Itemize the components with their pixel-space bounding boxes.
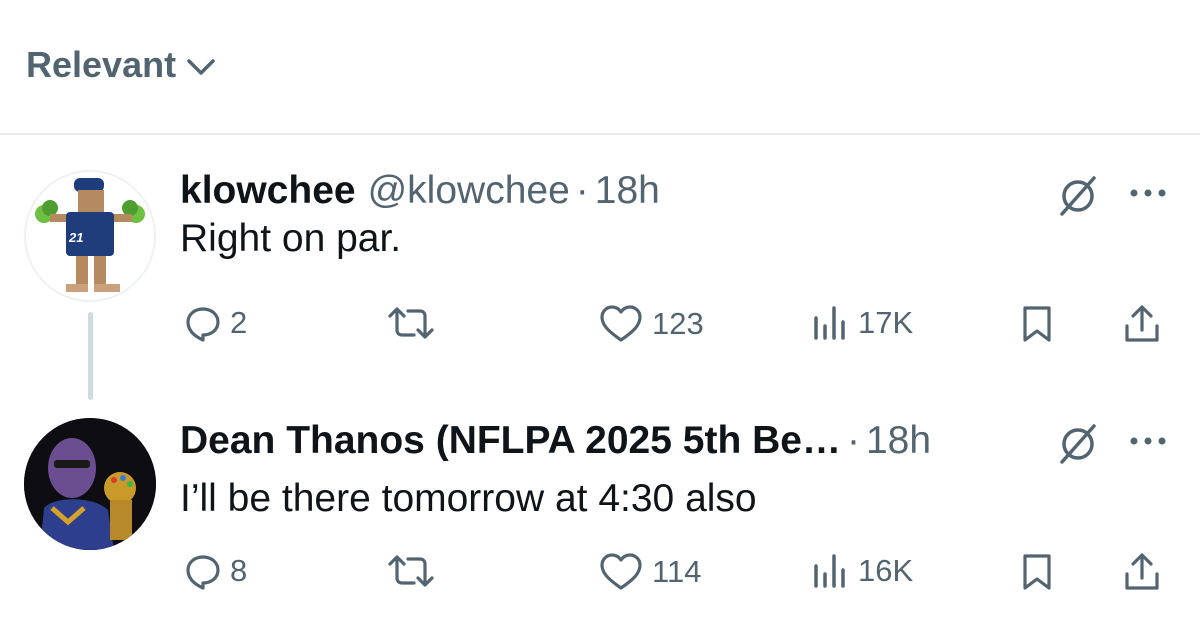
retweet-button[interactable]	[386, 304, 436, 342]
share-button[interactable]	[1122, 552, 1162, 592]
separator-dot: ·	[846, 419, 860, 462]
reply-icon	[186, 307, 220, 342]
reply-button[interactable]: 2	[184, 304, 247, 342]
reply-icon	[186, 555, 220, 590]
grok-icon[interactable]	[1054, 172, 1102, 220]
header-divider	[0, 133, 1200, 135]
bookmark-button[interactable]	[1020, 304, 1054, 344]
bookmark-icon	[1023, 554, 1051, 590]
view-count: 16K	[858, 553, 914, 588]
like-icon	[600, 553, 642, 590]
username-handle[interactable]: @klowchee	[368, 168, 570, 214]
timestamp[interactable]: 18h	[595, 168, 660, 214]
avatar[interactable]: 21	[24, 170, 156, 302]
retweet-icon	[388, 555, 434, 587]
avatar-image	[24, 418, 156, 550]
tweet-header: klowchee @klowchee · 18h	[180, 168, 660, 214]
reply-button[interactable]: 8	[184, 552, 247, 590]
views-icon	[814, 554, 845, 588]
thread-connector	[88, 312, 93, 400]
views-button[interactable]: 16K	[810, 552, 913, 590]
retweet-icon	[388, 307, 434, 339]
share-icon	[1125, 553, 1159, 590]
bookmark-button[interactable]	[1020, 552, 1054, 592]
reply-tweet[interactable]: Dean Thanos (NFLPA 2025 5th Be… · 18h I’…	[0, 414, 1200, 634]
svg-text:21: 21	[68, 230, 83, 245]
tweet-header: Dean Thanos (NFLPA 2025 5th Be… · 18h	[180, 418, 931, 464]
timestamp[interactable]: 18h	[866, 418, 931, 464]
bookmark-icon	[1023, 306, 1051, 342]
share-button[interactable]	[1122, 304, 1162, 344]
chevron-down-icon	[187, 59, 215, 75]
more-icon[interactable]	[1128, 426, 1168, 456]
avatar[interactable]	[24, 418, 156, 550]
tweet-actions: 2 123 17K	[0, 304, 1200, 354]
display-name[interactable]: klowchee	[180, 168, 356, 214]
tweet-text: I’ll be there tomorrow at 4:30 also	[180, 477, 757, 520]
like-count: 114	[652, 554, 702, 589]
view-count: 17K	[858, 305, 914, 340]
like-button[interactable]: 123	[598, 304, 704, 344]
display-name[interactable]: Dean Thanos (NFLPA 2025 5th Be…	[180, 418, 841, 464]
tweet-actions: 8 114 16K	[0, 552, 1200, 602]
reply-count: 8	[230, 553, 248, 588]
more-icon[interactable]	[1128, 178, 1168, 208]
separator-dot: ·	[575, 169, 589, 212]
tweet-text: Right on par.	[180, 217, 402, 260]
grok-icon[interactable]	[1054, 420, 1102, 468]
retweet-button[interactable]	[386, 552, 436, 590]
avatar-image: 21	[26, 172, 154, 300]
like-count: 123	[652, 306, 704, 341]
reply-count: 2	[230, 305, 248, 340]
like-button[interactable]: 114	[598, 552, 701, 592]
share-icon	[1125, 305, 1159, 342]
sort-selector[interactable]: Relevant	[26, 44, 216, 86]
like-icon	[600, 305, 642, 342]
views-button[interactable]: 17K	[810, 304, 913, 342]
reply-tweet[interactable]: 21 klowchee @klowchee · 18h Right on par…	[0, 168, 1200, 388]
sort-label: Relevant	[26, 44, 177, 85]
views-icon	[814, 306, 845, 340]
